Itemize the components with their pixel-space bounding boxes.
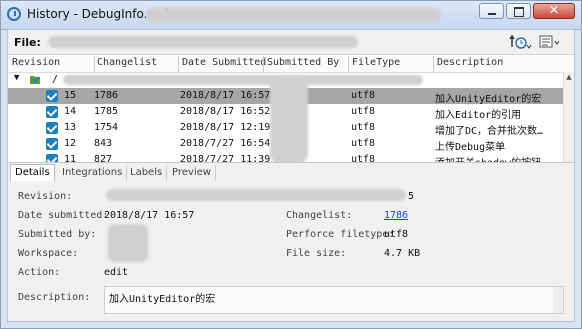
close-button[interactable]: ✕ (533, 3, 575, 19)
row-filetype: utf8 (351, 90, 376, 101)
row-description: 加入UnityEditor的宏 (435, 94, 542, 105)
description-value: 加入UnityEditor的宏 (109, 294, 216, 305)
tab-labels[interactable]: Labels (126, 165, 168, 181)
tab-details[interactable]: Details (10, 164, 55, 181)
title-bar: History - DebugInfo.cs ( ✕ (1, 1, 581, 30)
file-bar: File: (8, 30, 574, 55)
row-filetype: utf8 (351, 106, 376, 117)
column-header-revision[interactable]: Revision (12, 57, 60, 68)
row-changelist: 1786 (94, 90, 119, 101)
redacted-file-path (48, 36, 358, 48)
redacted-root-path (63, 75, 423, 85)
row-description: 上传Debug菜单 (435, 142, 506, 153)
row-description: 加入Editor的引用 (435, 110, 522, 121)
description-box[interactable]: 加入UnityEditor的宏 (104, 286, 564, 314)
tab-preview[interactable]: Preview (168, 165, 216, 181)
file-label: File: (14, 36, 41, 49)
action-value: edit (104, 267, 129, 278)
filetype-label: Perforce filetype: (286, 229, 395, 240)
row-date: 2018/8/17 16:57 (180, 90, 271, 101)
redacted-submitter (108, 224, 148, 262)
column-header-filetype[interactable]: FileType (352, 57, 400, 68)
checkin-icon (46, 138, 58, 150)
depot-folder-icon (28, 72, 42, 89)
row-changelist: 1785 (94, 106, 119, 117)
workspace-label: Workspace: (18, 248, 79, 259)
date-submitted-label: Date submitted: (18, 210, 109, 221)
tab-integrations[interactable]: Integrations (58, 165, 128, 181)
filesize-label: File size: (286, 248, 347, 259)
date-submitted-value: 2018/8/17 16:57 (104, 210, 195, 221)
history-window: History - DebugInfo.cs ( ✕ File: Revisio… (0, 0, 582, 329)
description-label: Description: (18, 292, 91, 303)
details-tabs: Details Integrations Labels Preview (8, 162, 574, 184)
action-label: Action: (18, 267, 61, 278)
column-header-description[interactable]: Description (437, 57, 503, 68)
row-description: 增加了DC，合并批次数… (435, 126, 544, 137)
row-filetype: utf8 (351, 122, 376, 133)
client-area: File: Revision Changelist Date Submitted… (7, 29, 575, 322)
row-revision: 12 (64, 138, 77, 149)
row-date: 2018/8/17 12:19 (180, 122, 271, 133)
row-changelist: 1754 (94, 122, 119, 133)
checkin-icon (46, 106, 58, 118)
checkin-icon (46, 90, 58, 102)
close-icon: ✕ (548, 3, 560, 17)
row-date: 2018/7/27 16:54 (180, 138, 271, 149)
description-scrollbar[interactable] (553, 287, 563, 313)
revision-label: Revision: (18, 191, 73, 202)
maximize-button[interactable] (506, 3, 531, 19)
changelist-label: Changelist: (286, 210, 353, 221)
row-changelist: 843 (94, 138, 113, 149)
submitted-by-label: Submitted by: (18, 229, 97, 240)
history-clock-icon (7, 7, 21, 21)
row-filetype: utf8 (351, 138, 376, 149)
column-header-date[interactable]: Date Submitted (182, 57, 266, 68)
row-revision: 15 (64, 90, 77, 101)
filesize-value: 4.7 KB (384, 248, 421, 259)
minimize-button[interactable] (479, 3, 504, 19)
redacted-submitters (270, 76, 308, 164)
revision-value: 5 (408, 191, 415, 202)
redacted-path (146, 8, 441, 22)
row-revision: 13 (64, 122, 77, 133)
row-date: 2018/8/17 16:52 (180, 106, 271, 117)
changelist-link[interactable]: 1786 (384, 210, 408, 221)
column-header-submitted-by[interactable]: Submitted By (267, 57, 339, 68)
history-sort-icon[interactable] (508, 33, 532, 51)
view-options-icon[interactable] (538, 33, 562, 51)
scroll-up-icon[interactable]: ▲ (564, 72, 574, 82)
redacted-revision (106, 189, 406, 201)
filetype-value: utf8 (384, 229, 409, 240)
root-path: / (52, 74, 59, 85)
details-panel: Revision: 5 Date submitted: 2018/8/17 16… (8, 183, 574, 321)
grid-header: Revision Changelist Date Submitted Submi… (8, 56, 574, 73)
column-header-changelist[interactable]: Changelist (97, 57, 157, 68)
checkin-icon (46, 122, 58, 134)
row-revision: 14 (64, 106, 77, 117)
expand-arrow-icon[interactable]: ▼ (14, 73, 19, 83)
